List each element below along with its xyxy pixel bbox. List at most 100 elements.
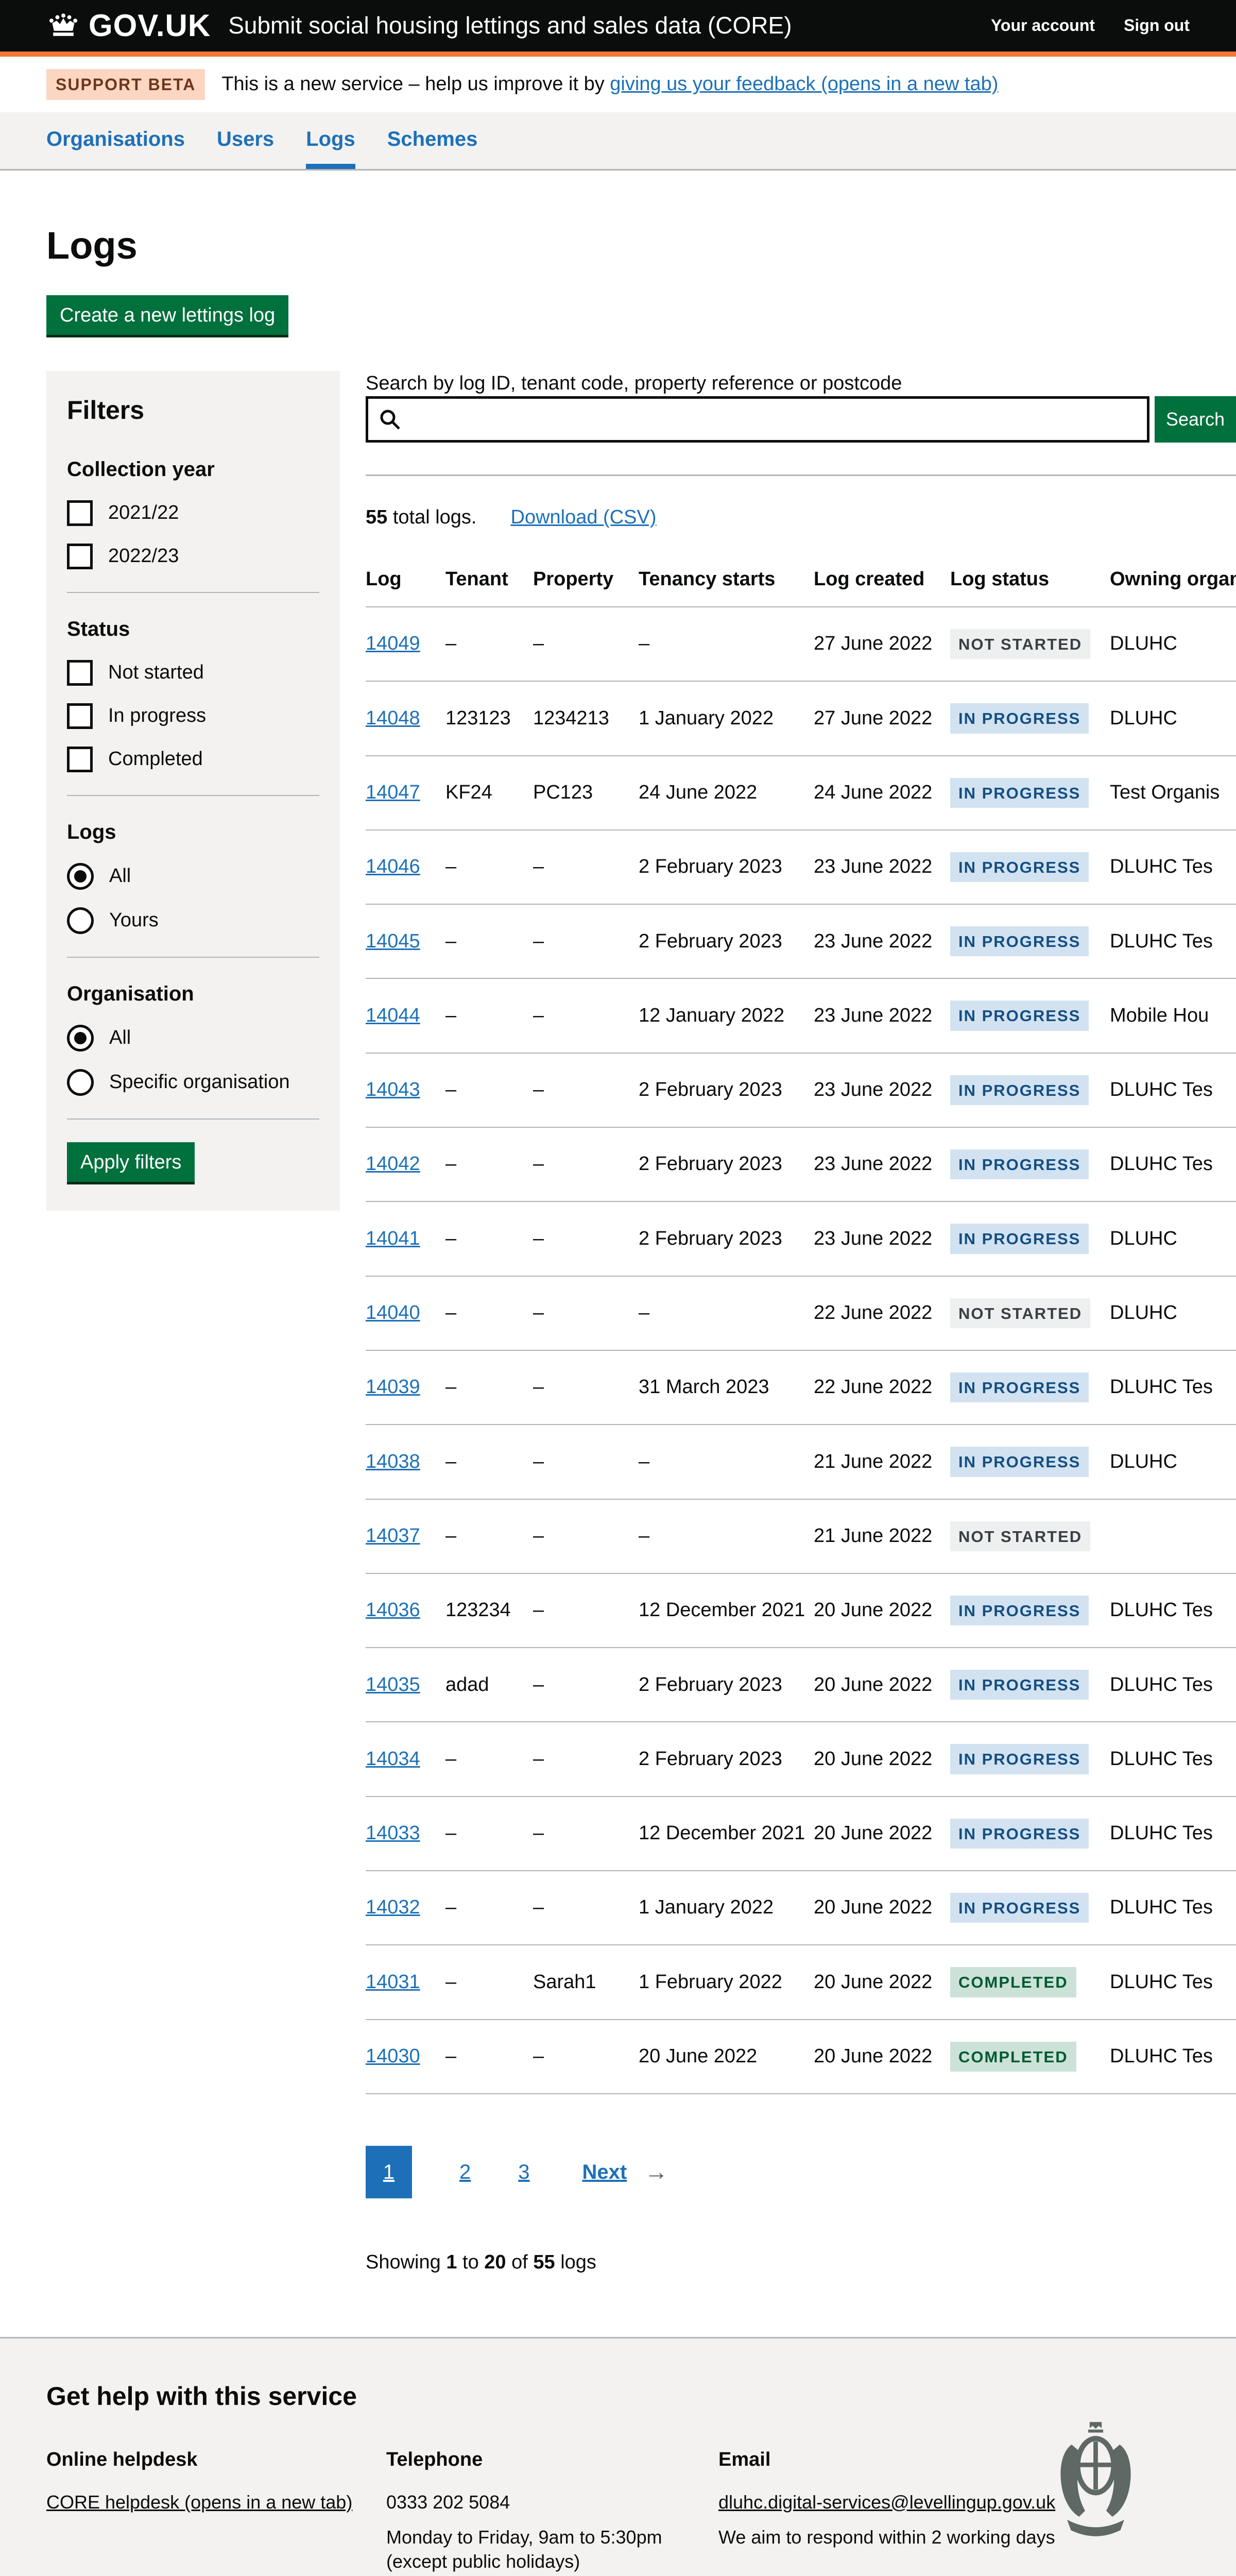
feedback-link[interactable]: giving us your feedback (opens in a new …: [610, 73, 998, 95]
pagination-next-link[interactable]: Next: [582, 2159, 627, 2185]
core-helpdesk-link[interactable]: CORE helpdesk (opens in a new tab): [46, 2492, 352, 2513]
owning-organisation-cell: Test Organis: [1110, 758, 1236, 827]
phase-text-before: This is a new service – help us improve …: [221, 73, 610, 95]
log-id-link[interactable]: 14033: [366, 1822, 420, 1844]
radio-logs-all[interactable]: All: [67, 863, 319, 890]
right-arrow-icon: →: [644, 2157, 668, 2188]
status-badge: IN PROGRESS: [950, 1670, 1089, 1700]
radio-logs-yours[interactable]: Yours: [67, 907, 319, 934]
checkbox-not-started[interactable]: Not started: [67, 660, 319, 686]
log-id-link[interactable]: 14044: [366, 1005, 420, 1026]
owning-organisation-cell: DLUHC: [1110, 1279, 1236, 1347]
tenancy-starts-cell: 2 February 2023: [639, 1056, 814, 1124]
log-id-link[interactable]: 14047: [366, 782, 420, 803]
checkbox-in-progress[interactable]: In progress: [67, 703, 319, 729]
log-id-link[interactable]: 14042: [366, 1153, 420, 1175]
table-row: 14041 – – 2 February 2023 23 June 2022 I…: [366, 1202, 1236, 1276]
log-status-cell: IN PROGRESS: [950, 1202, 1110, 1275]
log-id-link[interactable]: 14038: [366, 1451, 420, 1472]
status-badge: NOT STARTED: [950, 1298, 1090, 1328]
log-id-link[interactable]: 14045: [366, 930, 420, 952]
property-cell: –: [533, 2022, 639, 2091]
nav-item-users[interactable]: Users: [217, 126, 274, 169]
log-id-link[interactable]: 14039: [366, 1376, 420, 1398]
log-created-cell: 20 June 2022: [814, 2022, 950, 2091]
checkbox-icon[interactable]: [67, 660, 93, 686]
checkbox-icon[interactable]: [67, 544, 93, 569]
checkbox-completed[interactable]: Completed: [67, 747, 319, 772]
radio-specific-organisation[interactable]: Specific organisation: [67, 1069, 319, 1096]
log-id-link[interactable]: 14030: [366, 2045, 420, 2067]
column-header-log: Log: [366, 555, 445, 606]
nav-link-users[interactable]: Users: [217, 128, 274, 150]
log-id-link[interactable]: 14031: [366, 1971, 420, 1993]
status-badge: COMPLETED: [950, 2042, 1076, 2072]
nav-item-logs[interactable]: Logs: [306, 126, 355, 169]
your-account-link[interactable]: Your account: [991, 15, 1095, 37]
log-id-link[interactable]: 14048: [366, 707, 420, 729]
log-created-cell: 24 June 2022: [814, 758, 950, 827]
radio-icon[interactable]: [67, 1069, 94, 1096]
log-id-link[interactable]: 14041: [366, 1228, 420, 1249]
owning-organisation-cell: DLUHC Tes: [1110, 1725, 1236, 1793]
table-row: 14038 – – – 21 June 2022 IN PROGRESS DLU…: [366, 1425, 1236, 1499]
radio-icon[interactable]: [67, 863, 94, 890]
nav-item-schemes[interactable]: Schemes: [387, 126, 478, 169]
nav-link-schemes[interactable]: Schemes: [387, 128, 478, 150]
log-id-link[interactable]: 14032: [366, 1896, 420, 1918]
log-id-link[interactable]: 14040: [366, 1302, 420, 1324]
radio-organisation-all[interactable]: All: [67, 1025, 319, 1052]
table-row: 14036 123234 – 12 December 2021 20 June …: [366, 1574, 1236, 1648]
log-id-link[interactable]: 14034: [366, 1748, 420, 1770]
log-id-link[interactable]: 14043: [366, 1079, 420, 1100]
table-row: 14044 – – 12 January 2022 23 June 2022 I…: [366, 979, 1236, 1053]
log-id-link[interactable]: 14049: [366, 633, 420, 654]
search-button[interactable]: Search: [1155, 396, 1236, 443]
log-status-cell: IN PROGRESS: [950, 1797, 1110, 1870]
download-csv-link[interactable]: Download (CSV): [511, 505, 657, 530]
log-id-link[interactable]: 14046: [366, 856, 420, 877]
radio-icon[interactable]: [67, 907, 94, 934]
search-label: Search by log ID, tenant code, property …: [366, 372, 902, 394]
checkbox-icon[interactable]: [67, 703, 93, 729]
checkbox-2021-22-label: 2021/22: [108, 500, 179, 526]
apply-filters-button[interactable]: Apply filters: [67, 1142, 195, 1182]
showing-from: 1: [446, 2251, 457, 2273]
log-id-cell: 14041: [366, 1205, 445, 1273]
create-lettings-log-button[interactable]: Create a new lettings log: [46, 295, 288, 335]
nav-link-organisations[interactable]: Organisations: [46, 128, 185, 150]
filter-group-organisation: Organisation All Specific organisation: [67, 980, 319, 1096]
property-cell: –: [533, 1130, 639, 1198]
nav-item-organisations[interactable]: Organisations: [46, 126, 185, 169]
checkbox-icon[interactable]: [67, 500, 93, 526]
table-row: 14048 123123 1234213 1 January 2022 27 J…: [366, 682, 1236, 756]
tenancy-starts-cell: 20 June 2022: [639, 2022, 814, 2091]
log-status-cell: IN PROGRESS: [950, 1054, 1110, 1127]
pagination-page-3[interactable]: 3: [518, 2159, 529, 2185]
log-id-link[interactable]: 14036: [366, 1599, 420, 1621]
search-input[interactable]: [366, 396, 1149, 443]
page-title: Logs: [46, 221, 1190, 270]
table-row: 14035 adad – 2 February 2023 20 June 202…: [366, 1648, 1236, 1722]
checkbox-2022-23[interactable]: 2022/23: [67, 544, 319, 569]
property-cell: –: [533, 833, 639, 901]
log-created-cell: 27 June 2022: [814, 684, 950, 753]
footer-email-column: Email dluhc.digital-services@levellingup…: [718, 2447, 1079, 2576]
property-cell: –: [533, 1502, 639, 1570]
checkbox-icon[interactable]: [67, 747, 93, 772]
log-id-link[interactable]: 14035: [366, 1674, 420, 1696]
log-id-link[interactable]: 14037: [366, 1525, 420, 1547]
checkbox-2021-22[interactable]: 2021/22: [67, 500, 319, 526]
tenant-cell: 123123: [445, 684, 533, 753]
phase-banner-text: This is a new service – help us improve …: [221, 72, 998, 97]
log-id-cell: 14049: [366, 609, 445, 678]
nav-link-logs[interactable]: Logs: [306, 128, 355, 150]
service-name: Submit social housing lettings and sales…: [228, 10, 792, 41]
pagination-page-2[interactable]: 2: [459, 2159, 471, 2185]
email-link[interactable]: dluhc.digital-services@levellingup.gov.u…: [718, 2492, 1055, 2513]
status-badge: IN PROGRESS: [950, 1001, 1089, 1030]
pagination-page-1-current[interactable]: 1: [366, 2146, 412, 2198]
table-row: 14033 – – 12 December 2021 20 June 2022 …: [366, 1797, 1236, 1871]
sign-out-link[interactable]: Sign out: [1124, 15, 1190, 37]
radio-icon[interactable]: [67, 1025, 94, 1052]
